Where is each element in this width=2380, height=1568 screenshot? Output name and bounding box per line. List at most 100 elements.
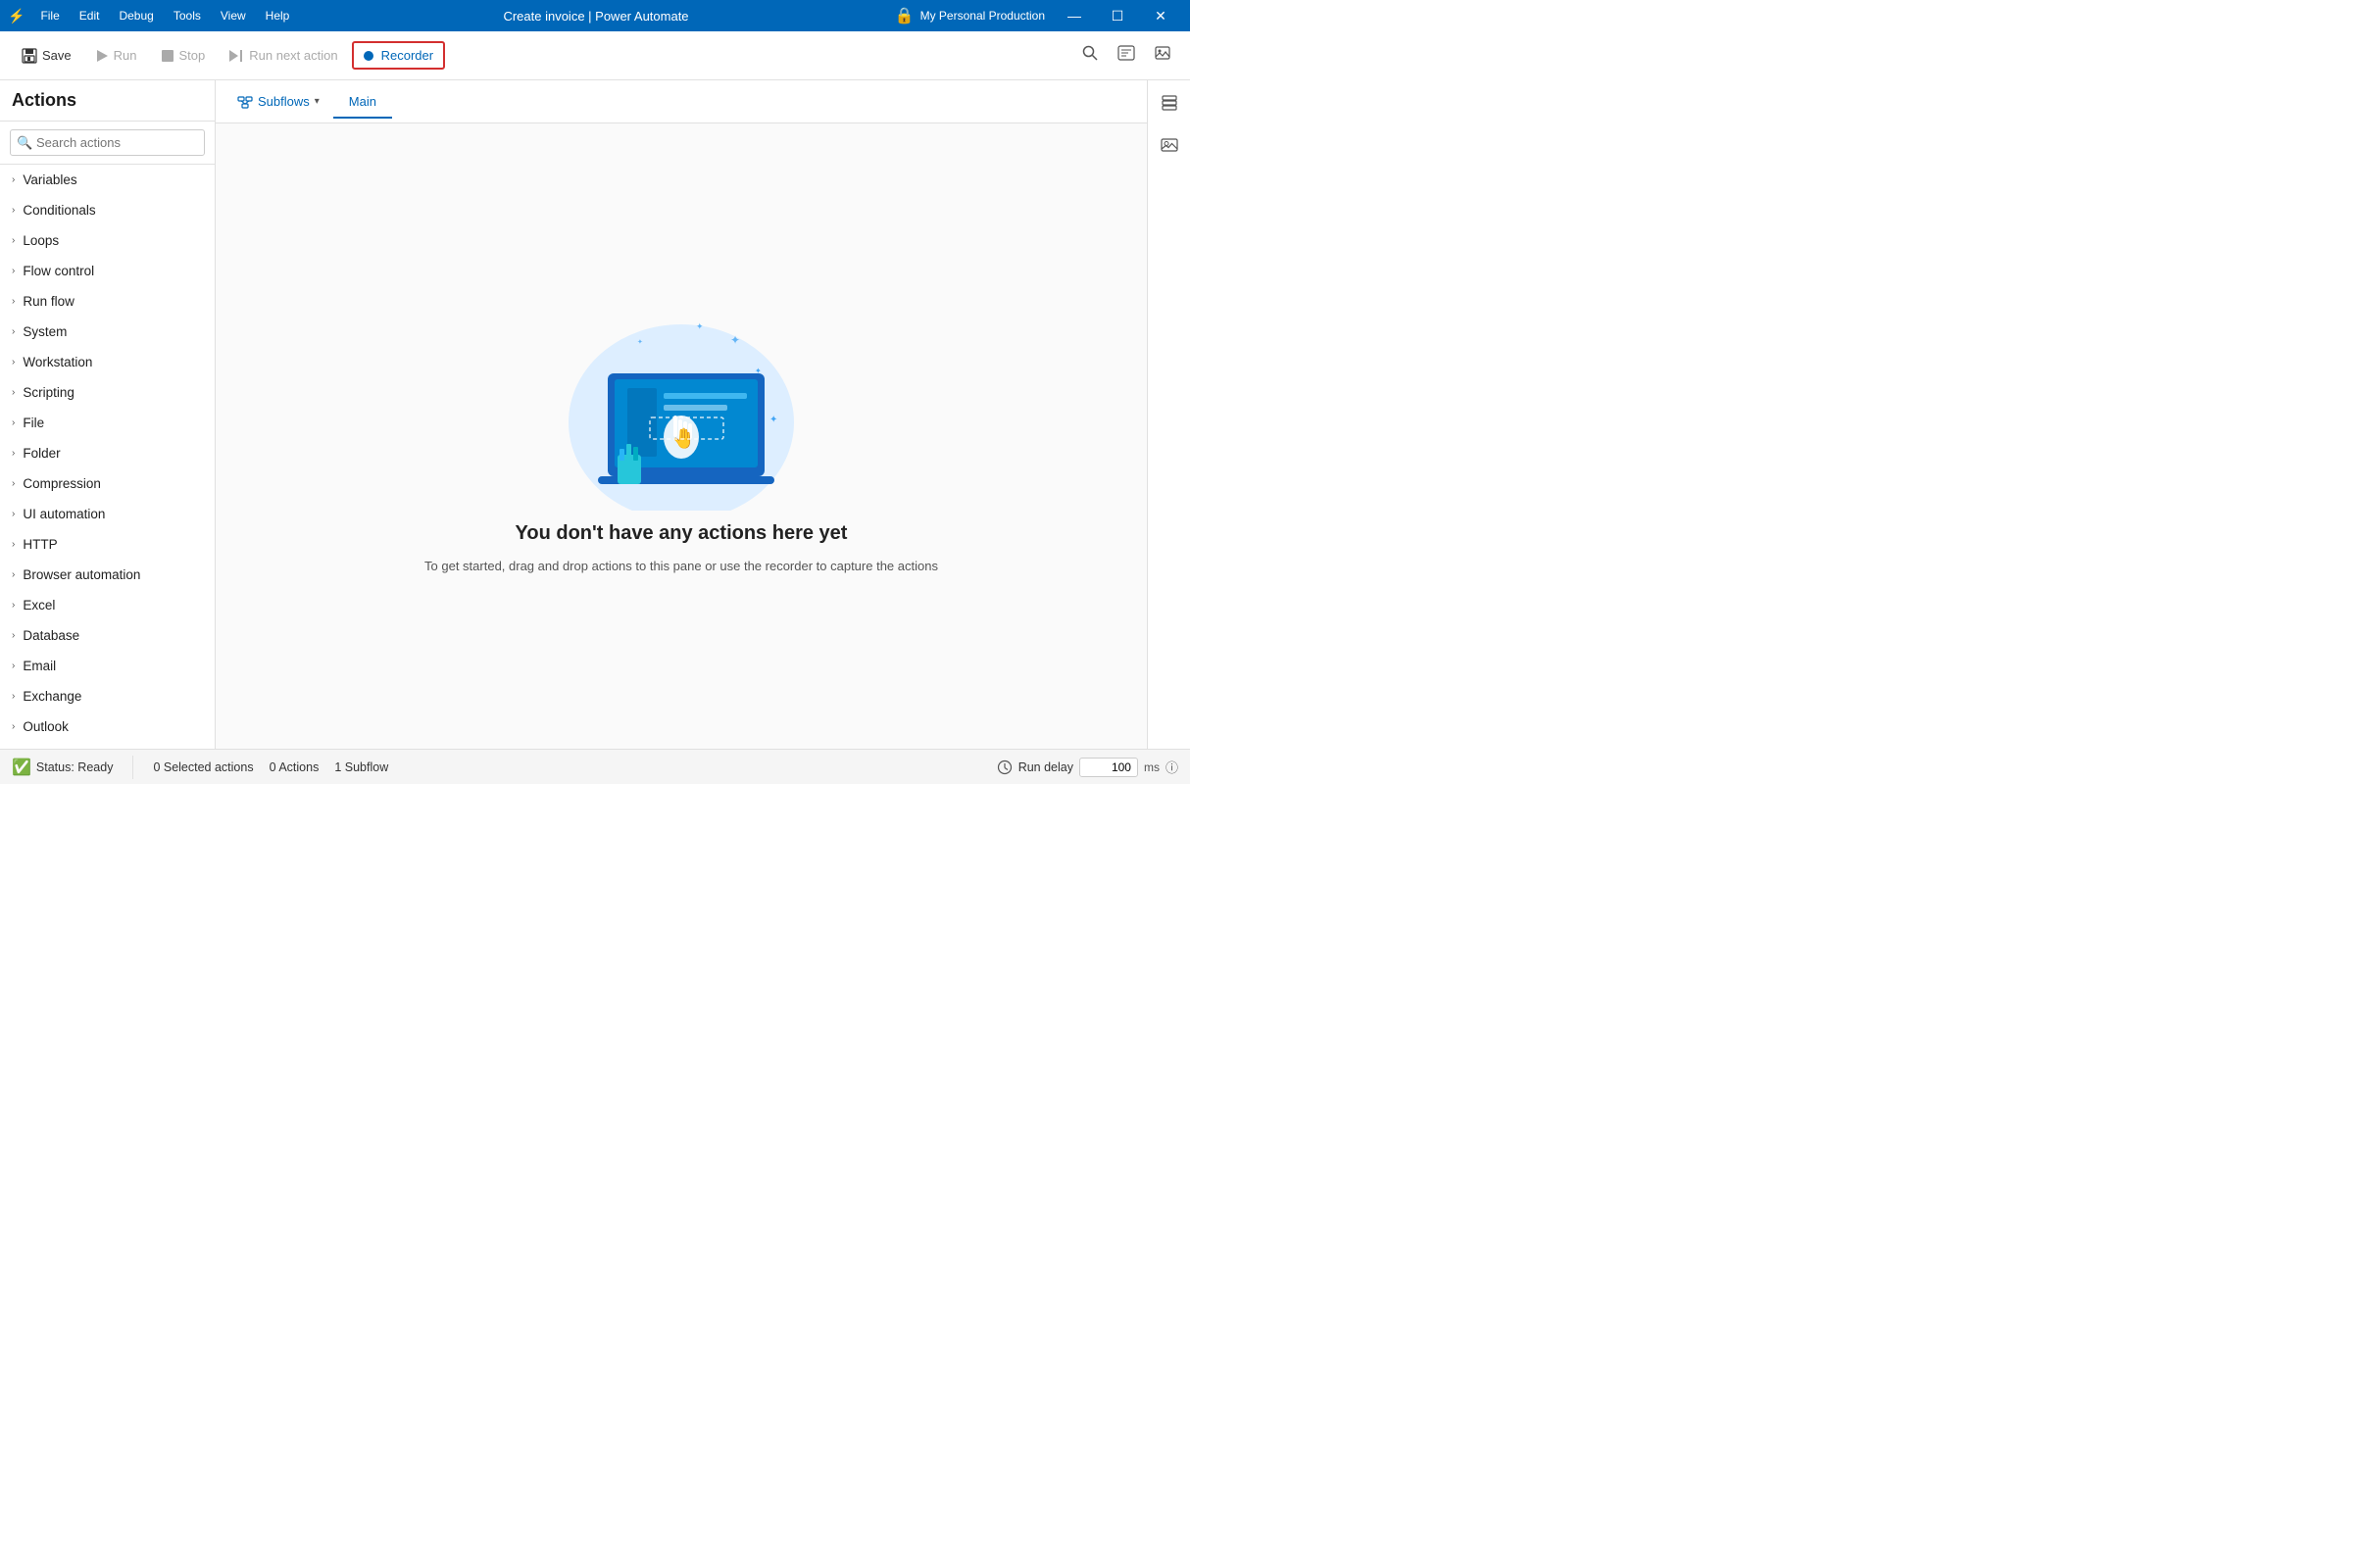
sidebar-item-system[interactable]: › System — [0, 317, 215, 347]
sidebar-item-file[interactable]: › File — [0, 408, 215, 438]
info-icon[interactable]: ⓘ — [1165, 758, 1178, 776]
sidebar-item-scripting[interactable]: › Scripting — [0, 377, 215, 408]
app-icon: ⚡ — [8, 8, 25, 24]
sidebar-item-label: Browser automation — [23, 567, 140, 582]
recorder-label: Recorder — [381, 48, 433, 63]
actions-sidebar: Actions 🔍 › Variables › Conditionals › — [0, 80, 216, 749]
run-next-icon — [228, 49, 244, 63]
ms-label: ms — [1144, 760, 1160, 774]
tab-bar: Subflows ▾ Main — [216, 80, 1147, 123]
sidebar-item-loops[interactable]: › Loops — [0, 225, 215, 256]
chevron-icon: › — [12, 600, 15, 611]
sidebar-item-database[interactable]: › Database — [0, 620, 215, 651]
tab-subflows[interactable]: Subflows ▾ — [227, 86, 329, 118]
image-icon — [1155, 45, 1170, 61]
sidebar-item-compression[interactable]: › Compression — [0, 468, 215, 499]
minimize-button[interactable]: — — [1053, 0, 1096, 31]
sidebar-item-label: Loops — [23, 233, 59, 248]
right-sidebar — [1147, 80, 1190, 749]
sidebar-item-folder[interactable]: › Folder — [0, 438, 215, 468]
menu-help[interactable]: Help — [258, 7, 298, 24]
sidebar-item-label: Run flow — [23, 294, 74, 309]
sidebar-title: Actions — [0, 80, 215, 122]
chevron-icon: › — [12, 174, 15, 185]
save-button[interactable]: Save — [12, 43, 81, 69]
chevron-icon: › — [12, 691, 15, 702]
sidebar-item-label: Compression — [23, 476, 101, 491]
assets-icon — [1161, 136, 1178, 154]
variables-button[interactable] — [1110, 40, 1143, 71]
toolbar-search-button[interactable] — [1074, 40, 1106, 71]
window-controls: — ☐ ✕ — [1053, 0, 1182, 31]
layers-icon — [1161, 94, 1178, 112]
sidebar-item-run-flow[interactable]: › Run flow — [0, 286, 215, 317]
save-icon — [22, 48, 37, 64]
sidebar-item-browser-automation[interactable]: › Browser automation — [0, 560, 215, 590]
sidebar-item-label: Flow control — [23, 264, 94, 278]
chevron-icon: › — [12, 569, 15, 580]
recorder-button[interactable]: Recorder — [352, 41, 445, 70]
account-icon: 🔒 — [895, 6, 915, 25]
run-delay-area: Run delay ms ⓘ — [997, 758, 1178, 777]
subflow-count: 1 Subflow — [334, 760, 388, 774]
status-ready: ✅ Status: Ready — [12, 758, 113, 777]
menu-edit[interactable]: Edit — [72, 7, 108, 24]
run-next-button[interactable]: Run next action — [219, 43, 347, 68]
chevron-icon: › — [12, 721, 15, 732]
search-input[interactable] — [10, 129, 205, 156]
close-button[interactable]: ✕ — [1139, 0, 1182, 31]
stop-label: Stop — [179, 48, 206, 63]
stop-button[interactable]: Stop — [151, 43, 216, 68]
sidebar-item-workstation[interactable]: › Workstation — [0, 347, 215, 377]
chevron-icon: › — [12, 357, 15, 368]
subflows-label: Subflows — [258, 94, 310, 109]
sidebar-item-exchange[interactable]: › Exchange — [0, 681, 215, 711]
search-icon — [1082, 45, 1098, 61]
status-bar: ✅ Status: Ready 0 Selected actions 0 Act… — [0, 749, 1190, 784]
empty-state: ✦ ✦ ✦ ✦ ✦ — [405, 275, 958, 597]
sidebar-item-outlook[interactable]: › Outlook — [0, 711, 215, 742]
sidebar-item-email[interactable]: › Email — [0, 651, 215, 681]
maximize-button[interactable]: ☐ — [1096, 0, 1139, 31]
sidebar-item-excel[interactable]: › Excel — [0, 590, 215, 620]
chevron-icon: › — [12, 235, 15, 246]
toolbar: Save Run Stop Run next action Recorder — [0, 31, 1190, 80]
run-label: Run — [114, 48, 137, 63]
tab-main[interactable]: Main — [333, 86, 392, 119]
sidebar-item-label: File — [23, 416, 44, 430]
recorder-dot — [364, 51, 373, 61]
title-bar: ⚡ File Edit Debug Tools View Help Create… — [0, 0, 1190, 31]
sidebar-item-flow-control[interactable]: › Flow control — [0, 256, 215, 286]
menu-view[interactable]: View — [213, 7, 254, 24]
menu-file[interactable]: File — [32, 7, 67, 24]
actions-list: › Variables › Conditionals › Loops › Flo… — [0, 165, 215, 749]
run-delay-input[interactable] — [1079, 758, 1138, 777]
sidebar-item-http[interactable]: › HTTP — [0, 529, 215, 560]
layers-button[interactable] — [1155, 88, 1184, 122]
sidebar-item-message-boxes[interactable]: › Message boxes — [0, 742, 215, 749]
sidebar-item-conditionals[interactable]: › Conditionals — [0, 195, 215, 225]
app-body: Save Run Stop Run next action Recorder — [0, 31, 1190, 784]
chevron-icon: › — [12, 387, 15, 398]
run-button[interactable]: Run — [85, 43, 147, 68]
empty-state-illustration: ✦ ✦ ✦ ✦ ✦ — [544, 295, 818, 511]
sidebar-item-ui-automation[interactable]: › UI automation — [0, 499, 215, 529]
chevron-icon: › — [12, 266, 15, 276]
status-dot: ✅ — [12, 758, 31, 777]
chevron-icon: › — [12, 205, 15, 216]
sidebar-search-area: 🔍 — [0, 122, 215, 165]
assets-button[interactable] — [1155, 130, 1184, 165]
sidebar-item-variables[interactable]: › Variables — [0, 165, 215, 195]
empty-state-description: To get started, drag and drop actions to… — [424, 557, 938, 577]
menu-tools[interactable]: Tools — [166, 7, 209, 24]
sidebar-item-label: Outlook — [23, 719, 69, 734]
svg-text:✦: ✦ — [637, 338, 643, 346]
content-area: Actions 🔍 › Variables › Conditionals › — [0, 80, 1190, 749]
run-icon — [95, 49, 109, 63]
image-button[interactable] — [1147, 40, 1178, 71]
main-canvas: ✦ ✦ ✦ ✦ ✦ — [216, 123, 1147, 749]
menu-debug[interactable]: Debug — [111, 7, 161, 24]
main-tab-label: Main — [349, 94, 376, 109]
actions-count: 0 Actions — [270, 760, 320, 774]
sidebar-item-label: Conditionals — [23, 203, 95, 218]
